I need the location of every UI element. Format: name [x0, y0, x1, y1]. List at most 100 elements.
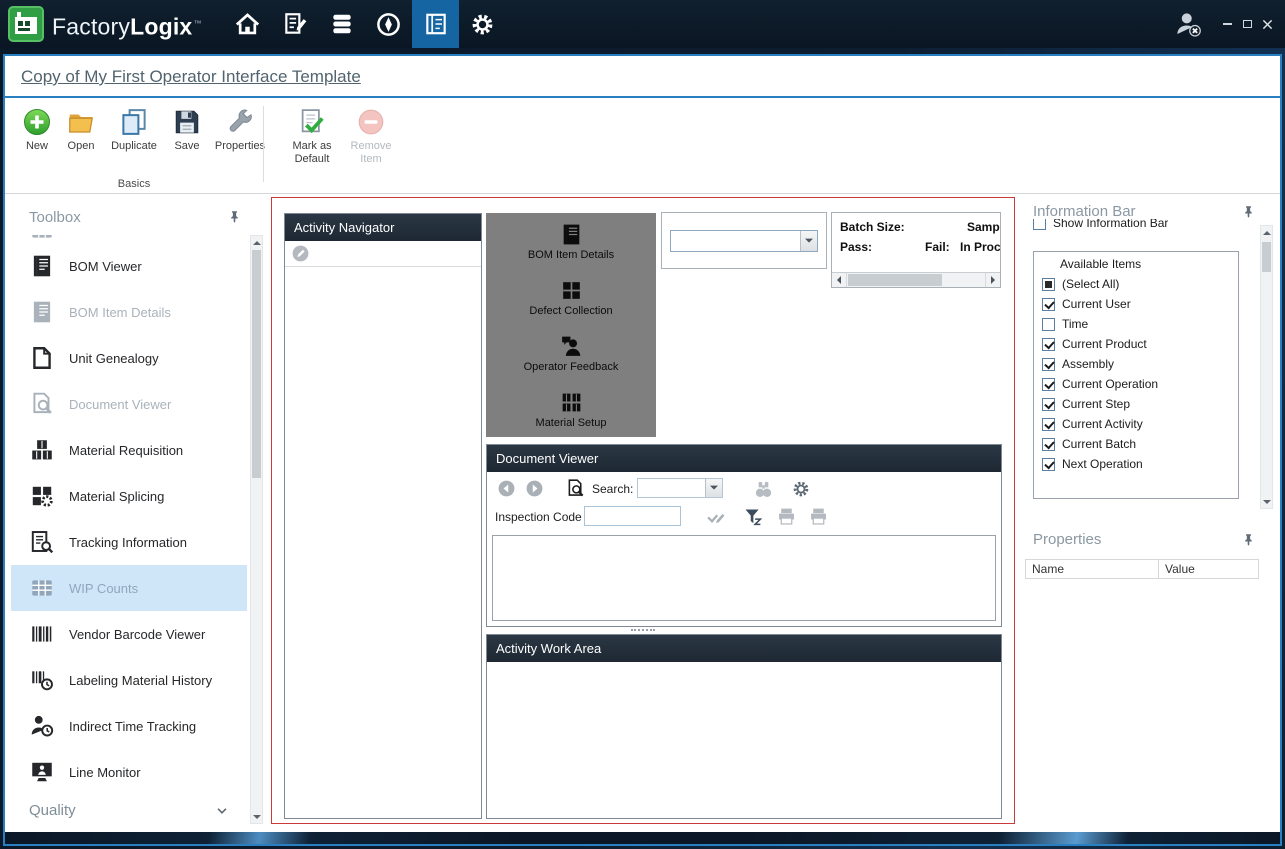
new-button[interactable]: New	[17, 107, 57, 153]
dropdown-arrow-icon[interactable]	[800, 231, 817, 251]
toolbox-item-document-viewer[interactable]: Document Viewer	[11, 381, 247, 427]
document-viewer-content[interactable]	[492, 535, 996, 621]
filter-sort-icon[interactable]	[742, 506, 763, 527]
ribbon-group-basics-label: Basics	[5, 178, 263, 190]
nav-navigation-button[interactable]	[365, 0, 412, 48]
infobar-item-select-all[interactable]: (Select All)	[1042, 274, 1238, 294]
properties-panel: Properties Name Value	[1019, 523, 1277, 828]
viewer-settings-gear-icon[interactable]	[791, 479, 811, 499]
scrollbar-thumb[interactable]	[1262, 242, 1271, 272]
combo-widget-panel[interactable]	[661, 212, 827, 269]
checkbox-icon	[1042, 398, 1055, 411]
scroll-up-button[interactable]	[251, 236, 262, 249]
back-button[interactable]	[497, 479, 516, 498]
print-icon[interactable]	[776, 506, 797, 527]
print-preview-icon[interactable]	[808, 506, 829, 527]
infobar-item-assembly[interactable]: Assembly	[1042, 354, 1238, 374]
nav-home-button[interactable]	[224, 0, 271, 48]
inspection-code-input[interactable]	[584, 506, 681, 526]
palette-item-defect-collection[interactable]: Defect Collection	[486, 269, 656, 325]
document-search-icon[interactable]	[565, 478, 586, 499]
infobar-item-current-batch[interactable]: Current Batch	[1042, 434, 1238, 454]
binoculars-icon[interactable]	[753, 479, 774, 500]
nav-settings-button[interactable]	[459, 0, 506, 48]
nav-materials-button[interactable]	[318, 0, 365, 48]
infobar-item-current-step[interactable]: Current Step	[1042, 394, 1238, 414]
information-bar-scrollbar[interactable]	[1260, 225, 1273, 509]
dropdown-arrow-icon[interactable]	[705, 479, 722, 497]
design-surface[interactable]: Activity Navigator BOM Item Details Defe…	[271, 197, 1015, 824]
forward-button[interactable]	[525, 479, 544, 498]
batch-widget-panel[interactable]: Batch Size: Samp Pass: Fail: In Proc	[831, 212, 1001, 288]
batch-horizontal-scrollbar[interactable]	[832, 272, 1000, 287]
activity-work-area-body[interactable]	[487, 662, 1001, 818]
toolbox-item-bom-viewer[interactable]: BOM Viewer	[11, 243, 247, 289]
toolbox-group-quality[interactable]: Quality	[11, 796, 247, 824]
open-button[interactable]: Open	[61, 107, 101, 153]
toolbox-item-tracking-information[interactable]: Tracking Information	[11, 519, 247, 565]
activity-navigator-body[interactable]	[285, 267, 481, 818]
scrollbar-thumb[interactable]	[252, 250, 261, 478]
infobar-item-current-activity[interactable]: Current Activity	[1042, 414, 1238, 434]
scroll-right-button[interactable]	[985, 273, 1000, 287]
toolbox-item-material-requisition[interactable]: Material Requisition	[11, 427, 247, 473]
book-icon	[29, 253, 55, 279]
properties-button[interactable]: Properties	[211, 107, 269, 153]
palette-item-material-setup[interactable]: Material Setup	[486, 381, 656, 437]
toolbox-scrollbar[interactable]	[250, 235, 263, 824]
infobar-item-current-user[interactable]: Current User	[1042, 294, 1238, 314]
palette-item-operator-feedback[interactable]: Operator Feedback	[486, 325, 656, 381]
open-button-label: Open	[68, 140, 95, 153]
content-frame: Copy of My First Operator Interface Temp…	[3, 54, 1282, 846]
toolbox-item-bom-item-details[interactable]: BOM Item Details	[11, 289, 247, 335]
scroll-up-button[interactable]	[1261, 226, 1272, 239]
factorylogix-window: FactoryLogix™	[0, 0, 1285, 849]
infobar-item-current-product[interactable]: Current Product	[1042, 334, 1238, 354]
duplicate-button[interactable]: Duplicate	[105, 107, 163, 153]
information-bar-pin-button[interactable]	[1242, 205, 1255, 218]
nav-production-button[interactable]	[271, 0, 318, 48]
toolbox-item-line-monitor[interactable]: Line Monitor	[11, 749, 247, 795]
minimize-button[interactable]	[1217, 10, 1237, 38]
toolbox-item-unit-genealogy[interactable]: Unit Genealogy	[11, 335, 247, 381]
activity-navigator-panel[interactable]: Activity Navigator	[284, 213, 482, 819]
boxes-grid-icon	[559, 390, 584, 415]
show-information-bar-row[interactable]: Show Information Bar	[1033, 219, 1168, 232]
palette-item-label: Operator Feedback	[524, 361, 619, 373]
scrollbar-thumb[interactable]	[848, 274, 942, 286]
toolbox-item-indirect-time-tracking[interactable]: Indirect Time Tracking	[11, 703, 247, 749]
save-button[interactable]: Save	[167, 107, 207, 153]
toolbox-item-material-splicing[interactable]: Material Splicing	[11, 473, 247, 519]
toolbox-item-label: Tracking Information	[69, 535, 187, 550]
app-brand: FactoryLogix™	[52, 0, 202, 48]
toolbox-item-wip-counts[interactable]: WIP Counts	[11, 565, 247, 611]
infobar-item-next-operation[interactable]: Next Operation	[1042, 454, 1238, 474]
properties-col-value[interactable]: Value	[1159, 559, 1259, 579]
scroll-down-button[interactable]	[1261, 495, 1272, 508]
properties-col-name[interactable]: Name	[1025, 559, 1159, 579]
infobar-item-current-operation[interactable]: Current Operation	[1042, 374, 1238, 394]
search-dropdown[interactable]	[637, 478, 723, 498]
nav-operator-interface-button[interactable]	[412, 0, 459, 48]
mark-as-default-button[interactable]: Mark as Default	[287, 107, 337, 165]
logout-user-button[interactable]	[1173, 9, 1203, 39]
palette-item-bom-item-details[interactable]: BOM Item Details	[486, 213, 656, 269]
maximize-button[interactable]	[1237, 10, 1257, 38]
edit-circle-icon[interactable]	[291, 244, 310, 263]
activity-work-area-panel[interactable]: Activity Work Area	[486, 634, 1002, 819]
infobar-item-time[interactable]: Time	[1042, 314, 1238, 334]
toolbox-item-labeling-material-history[interactable]: Labeling Material History	[11, 657, 247, 703]
scroll-down-button[interactable]	[251, 810, 262, 823]
brand-trademark: ™	[193, 19, 201, 28]
remove-item-button[interactable]: Remove Item	[347, 107, 395, 165]
toolbox-item-clipped[interactable]	[11, 235, 247, 243]
document-viewer-panel[interactable]: Document Viewer Search: Inspection Code	[486, 444, 1002, 627]
widget-dropdown[interactable]	[670, 230, 818, 252]
properties-pin-button[interactable]	[1242, 533, 1255, 546]
toolbox-item-vendor-barcode-viewer[interactable]: Vendor Barcode Viewer	[11, 611, 247, 657]
scroll-left-button[interactable]	[832, 273, 847, 287]
toolbox-pin-button[interactable]	[228, 210, 241, 223]
approve-pen-icon[interactable]	[705, 506, 726, 527]
close-button[interactable]	[1257, 10, 1277, 38]
panel-splitter-handle[interactable]	[272, 628, 1014, 632]
